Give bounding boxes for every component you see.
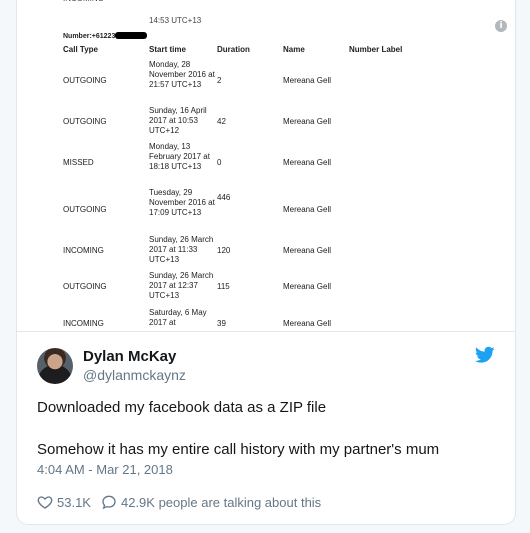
table-row: OUTGOING Tuesday, 29 November 2016 at 17… bbox=[63, 188, 332, 217]
comment-icon[interactable] bbox=[101, 494, 117, 510]
avatar[interactable] bbox=[37, 348, 73, 384]
table-row: INCOMING Saturday, 6 May 2017 at 39 Mere… bbox=[63, 308, 332, 328]
cut-row-start: 14:53 UTC+13 bbox=[149, 16, 202, 25]
number-label: Number:+61223 bbox=[63, 32, 148, 40]
table-row: MISSED Monday, 13 February 2017 at 18:18… bbox=[63, 142, 332, 171]
tweet-text-line-2: Somehow it has my entire call history wi… bbox=[37, 441, 440, 458]
cut-row-type: INCOMING bbox=[63, 0, 104, 3]
tweet-card[interactable]: i INCOMING 14:53 UTC+13 Number:+61223 Ca… bbox=[16, 0, 516, 525]
table-row: OUTGOING Sunday, 16 April 2017 at 10:53 … bbox=[63, 106, 332, 135]
info-icon[interactable]: i bbox=[495, 20, 507, 32]
header-start-time: Start time bbox=[149, 45, 186, 54]
heart-icon[interactable] bbox=[37, 494, 53, 510]
redaction-mark bbox=[115, 32, 148, 39]
attached-image[interactable]: i INCOMING 14:53 UTC+13 Number:+61223 Ca… bbox=[17, 0, 515, 332]
display-name[interactable]: Dylan McKay bbox=[83, 348, 176, 365]
table-row: OUTGOING Monday, 28 November 2016 at 21:… bbox=[63, 60, 332, 89]
tweet-actions: 53.1K 42.9K people are talking about thi… bbox=[37, 492, 321, 512]
talking-count[interactable]: 42.9K people are talking about this bbox=[121, 495, 321, 510]
tweet-timestamp[interactable]: 4:04 AM - Mar 21, 2018 bbox=[37, 462, 173, 477]
header-call-type: Call Type bbox=[63, 45, 98, 54]
tweet-body: Dylan McKay @dylanmckaynz Downloaded my … bbox=[17, 332, 515, 524]
likes-count[interactable]: 53.1K bbox=[57, 495, 91, 510]
header-duration: Duration bbox=[217, 45, 250, 54]
table-row: INCOMING Sunday, 26 March 2017 at 11:33 … bbox=[63, 235, 332, 264]
user-handle[interactable]: @dylanmckaynz bbox=[83, 367, 186, 383]
header-name: Name bbox=[283, 45, 305, 54]
table-row: OUTGOING Sunday, 26 March 2017 at 12:37 … bbox=[63, 271, 332, 300]
twitter-bird-icon[interactable] bbox=[475, 346, 495, 364]
tweet-text-line-1: Downloaded my facebook data as a ZIP fil… bbox=[37, 399, 327, 416]
header-number-label: Number Label bbox=[349, 45, 403, 54]
